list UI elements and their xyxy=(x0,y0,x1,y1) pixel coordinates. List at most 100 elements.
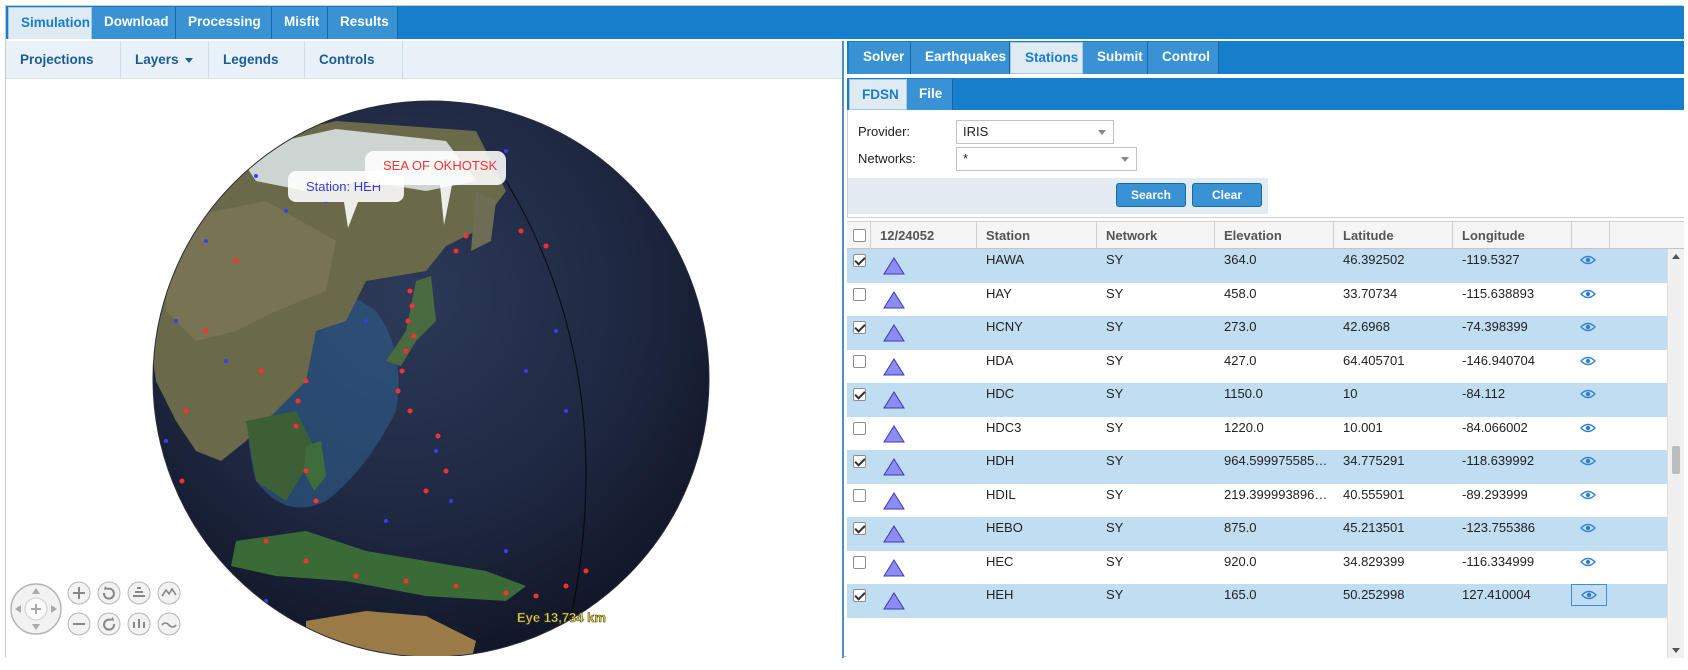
network-cell: SY xyxy=(1106,587,1124,602)
tab-processing[interactable]: Processing xyxy=(176,7,272,39)
table-row[interactable]: HEC SY 920.0 34.829399 -116.334999 xyxy=(847,550,1667,585)
globe-svg[interactable]: Station: HEH SEA OF OKHOTSK Eye 13,734 k… xyxy=(6,81,842,656)
tab-earthquakes[interactable]: Earthquakes xyxy=(911,42,1010,74)
source-tab-bar: FDSN File xyxy=(847,78,1684,110)
chevron-down-icon[interactable] xyxy=(1114,148,1136,170)
grid-scrollbar[interactable] xyxy=(1667,249,1684,658)
layers-menu[interactable]: Layers xyxy=(121,41,209,79)
globe-viewport[interactable]: Station: HEH SEA OF OKHOTSK Eye 13,734 k… xyxy=(6,81,842,656)
view-eye-icon[interactable] xyxy=(1580,321,1596,333)
station-cell: HDC3 xyxy=(986,419,1022,435)
tilt-down-icon[interactable] xyxy=(127,612,151,636)
zoom-in-icon[interactable] xyxy=(67,581,91,605)
controls-menu[interactable]: Controls xyxy=(305,41,403,101)
view-column-header xyxy=(1572,222,1610,249)
table-row[interactable]: HAY SY 458.0 33.70734 -115.638893 xyxy=(847,282,1667,317)
row-checkbox[interactable] xyxy=(853,421,866,435)
tab-misfit[interactable]: Misfit xyxy=(272,7,328,39)
provider-value: IRIS xyxy=(963,124,989,139)
pan-control-icon[interactable] xyxy=(10,583,62,635)
table-row[interactable]: HDIL SY 219.399993896… 40.555901 -89.293999 xyxy=(847,483,1667,518)
app-window: Simulation Download Processing Misfit Re… xyxy=(5,5,1684,658)
table-row[interactable]: HDA SY 427.0 64.405701 -146.940704 xyxy=(847,349,1667,384)
clear-button[interactable]: Clear xyxy=(1192,183,1262,207)
elevation-cell: 1150.0 xyxy=(1224,386,1263,401)
row-checkbox[interactable] xyxy=(853,589,866,602)
network-column-header[interactable]: Network xyxy=(1097,222,1215,249)
row-checkbox[interactable] xyxy=(853,321,866,334)
exaggerate-down-icon[interactable] xyxy=(157,612,181,636)
tab-file[interactable]: File xyxy=(907,79,953,110)
row-checkbox[interactable] xyxy=(853,488,866,502)
longitude-column-header[interactable]: Longitude xyxy=(1453,222,1572,249)
tilt-up-icon[interactable] xyxy=(127,581,151,605)
table-row[interactable]: HEH SY 165.0 50.252998 127.410004 xyxy=(847,584,1667,618)
row-checkbox[interactable] xyxy=(853,555,866,569)
longitude-cell: -84.112 xyxy=(1462,386,1506,401)
map-panel: Projections Layers Legends Controls Stat… xyxy=(6,41,844,658)
table-row[interactable]: HDC SY 1150.0 10 -84.112 xyxy=(847,383,1667,417)
view-eye-icon[interactable] xyxy=(1580,489,1596,501)
search-button[interactable]: Search xyxy=(1116,183,1186,207)
projections-menu[interactable]: Projections xyxy=(6,41,121,101)
row-checkbox[interactable] xyxy=(853,455,866,468)
station-column-header[interactable]: Station xyxy=(977,222,1097,249)
table-row[interactable]: HDH SY 964.599975585… 34.775291 -118.639992 xyxy=(847,450,1667,484)
scroll-thumb[interactable] xyxy=(1672,446,1680,474)
station-triangle-icon xyxy=(883,391,905,409)
latitude-cell: 64.405701 xyxy=(1343,352,1405,368)
latitude-cell: 40.555901 xyxy=(1343,486,1405,502)
tab-simulation[interactable]: Simulation xyxy=(8,7,92,39)
network-cell: SY xyxy=(1106,252,1124,267)
tab-download[interactable]: Download xyxy=(92,7,176,39)
view-eye-icon[interactable] xyxy=(1580,455,1596,467)
scroll-up-icon[interactable] xyxy=(1672,254,1680,259)
table-row[interactable]: HCNY SY 273.0 42.6968 -74.398399 xyxy=(847,316,1667,350)
rotate-right-icon[interactable] xyxy=(97,612,121,636)
elevation-cell: 165.0 xyxy=(1224,587,1257,602)
view-eye-icon[interactable] xyxy=(1580,522,1596,534)
legends-menu[interactable]: Legends xyxy=(209,41,305,101)
exaggerate-up-icon[interactable] xyxy=(157,581,181,605)
select-all-checkbox[interactable] xyxy=(853,229,866,242)
table-row[interactable]: HAWA SY 364.0 46.392502 -119.5327 xyxy=(847,249,1667,283)
tab-fdsn[interactable]: FDSN xyxy=(849,79,907,110)
view-eye-icon[interactable] xyxy=(1580,254,1596,266)
view-eye-icon[interactable] xyxy=(1580,388,1596,400)
provider-select[interactable]: IRIS xyxy=(956,120,1114,144)
row-checkbox[interactable] xyxy=(853,254,866,267)
tab-submit[interactable]: Submit xyxy=(1083,42,1148,74)
network-cell: SY xyxy=(1106,553,1124,569)
row-checkbox[interactable] xyxy=(853,287,866,301)
row-checkbox[interactable] xyxy=(853,388,866,401)
view-eye-icon[interactable] xyxy=(1571,584,1607,606)
row-checkbox[interactable] xyxy=(853,522,866,535)
controls-menu-label: Controls xyxy=(319,52,375,67)
latitude-column-header[interactable]: Latitude xyxy=(1334,222,1453,249)
tab-stations[interactable]: Stations xyxy=(1010,42,1083,74)
view-eye-icon[interactable] xyxy=(1580,355,1596,367)
rotate-left-icon[interactable] xyxy=(97,581,121,605)
view-eye-icon[interactable] xyxy=(1580,422,1596,434)
station-triangle-icon xyxy=(883,324,905,342)
station-triangle-icon xyxy=(883,257,905,275)
view-eye-icon[interactable] xyxy=(1580,556,1596,568)
stations-grid: 12/24052 Station Network Elevation Latit… xyxy=(847,221,1684,658)
select-all-header xyxy=(847,222,871,249)
tab-results[interactable]: Results xyxy=(328,7,398,39)
elevation-column-header[interactable]: Elevation xyxy=(1215,222,1334,249)
tab-control[interactable]: Control xyxy=(1148,42,1219,74)
row-checkbox[interactable] xyxy=(853,354,866,368)
view-eye-icon[interactable] xyxy=(1580,288,1596,300)
networks-value: * xyxy=(963,151,969,166)
table-row[interactable]: HEBO SY 875.0 45.213501 -123.755386 xyxy=(847,517,1667,551)
networks-select[interactable]: * xyxy=(956,147,1137,171)
chevron-down-icon[interactable] xyxy=(1091,121,1113,143)
zoom-out-icon[interactable] xyxy=(67,612,91,636)
tab-solver[interactable]: Solver xyxy=(849,42,911,74)
latitude-cell: 10 xyxy=(1343,386,1358,401)
elevation-cell: 920.0 xyxy=(1224,553,1257,569)
table-row[interactable]: HDC3 SY 1220.0 10.001 -84.066002 xyxy=(847,416,1667,451)
elevation-cell: 875.0 xyxy=(1224,520,1257,535)
scroll-down-icon[interactable] xyxy=(1672,648,1680,653)
